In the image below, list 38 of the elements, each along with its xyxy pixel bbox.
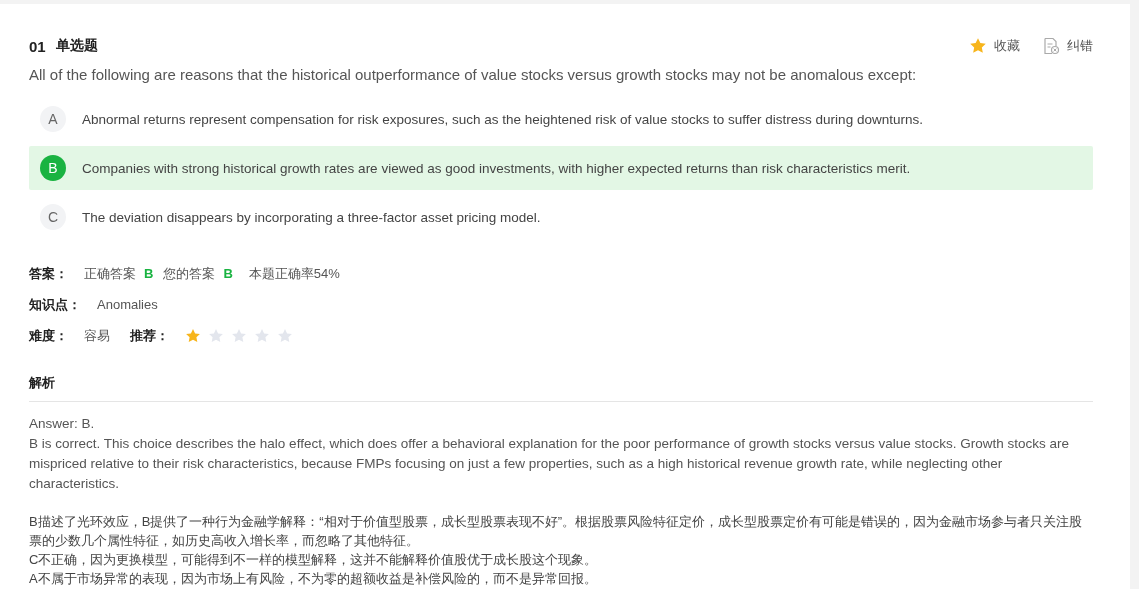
document-icon [1042, 37, 1060, 55]
empty-star-icon [278, 328, 292, 342]
question-number: 01 [29, 37, 46, 55]
option-text: Companies with strong historical growth rates are viewed as good investments, with higher expected returns than risk characteristics merit. [82, 160, 911, 176]
explanation-text: A不属于市场异常的表现，因为市场上有风险，不为零的超额收益是补偿风险的，而不是异常回报。 [29, 570, 598, 588]
difficulty-label: 难度： [29, 326, 68, 345]
answer-option[interactable]: A Abnormal returns represent compensation for risk exposures, such as the heightened risk of value stocks to suffer distress during downturns. [29, 97, 1093, 141]
option-letter: B [40, 155, 66, 181]
knowledge-point: Anomalies [97, 297, 158, 312]
option-text: Abnormal returns represent compensation for risk exposures, such as the heightened risk of value stocks to suffer distress during downturns. [82, 111, 923, 127]
favorite-button[interactable]: 收藏 [969, 37, 1020, 55]
report-button[interactable]: 纠错 [1042, 37, 1093, 55]
correct-answer: B [144, 266, 154, 281]
answer-label: 答案： [29, 264, 68, 283]
analysis-title: 解析 [29, 374, 1093, 402]
explanation-text: Answer: B. [29, 415, 96, 433]
empty-star-icon [209, 328, 223, 342]
your-answer: B [223, 266, 233, 281]
difficulty-value: 容易 [84, 326, 110, 345]
question-text: All of the following are reasons that the historical outperformance of value stocks versus growth stocks may not be anomalous except: [29, 66, 918, 83]
empty-star-icon [232, 328, 246, 342]
recommend-label: 推荐： [130, 326, 169, 345]
filled-star-icon [186, 328, 200, 342]
option-letter: A [40, 106, 66, 132]
option-letter: C [40, 204, 66, 230]
star-icon [969, 37, 987, 55]
accuracy-rate: 本题正确率54% [248, 264, 340, 283]
empty-star-icon [255, 328, 269, 342]
answer-option[interactable]: C The deviation disappears by incorporating a three-factor asset pricing model. [29, 195, 1093, 239]
option-text: The deviation disappears by incorporating a three-factor asset pricing model. [82, 209, 541, 225]
explanation-text: C不正确，因为更换模型，可能得到不一样的模型解释，这并不能解释价值股优于成长股这个现象。 [29, 551, 599, 569]
explanation-text: B is correct. This choice describes the halo effect, which does offer a behavioral explanation for the poor performance of growth stocks versus value stocks. Growth stocks are mispriced relative to their risk characteristics, because FMPs focusing on just a few properties, such as a high historical revenue growth rate, while neglecting other characteristics. [29, 435, 1070, 493]
explanation-text: B描述了光环效应，B提供了一种行为金融学解释：“相对于价值型股票，成长型股票表现不好”。根据股票风险特征定价，成长型股票定价有可能是错误的，因为金融市场参与者只关注股票的少数几个属性特征，如历史高收入增长率，而忽略了其他特征。 [29, 513, 1083, 550]
question-type: 单选题 [55, 37, 98, 55]
correct-answer-label: 正确答案 [84, 264, 136, 283]
your-answer-label: 您的答案 [163, 264, 216, 283]
answer-option[interactable]: B Companies with strong historical growth rates are viewed as good investments, with higher expected returns than risk characteristics merit. [29, 146, 1093, 190]
knowledge-label: 知识点： [29, 295, 81, 314]
